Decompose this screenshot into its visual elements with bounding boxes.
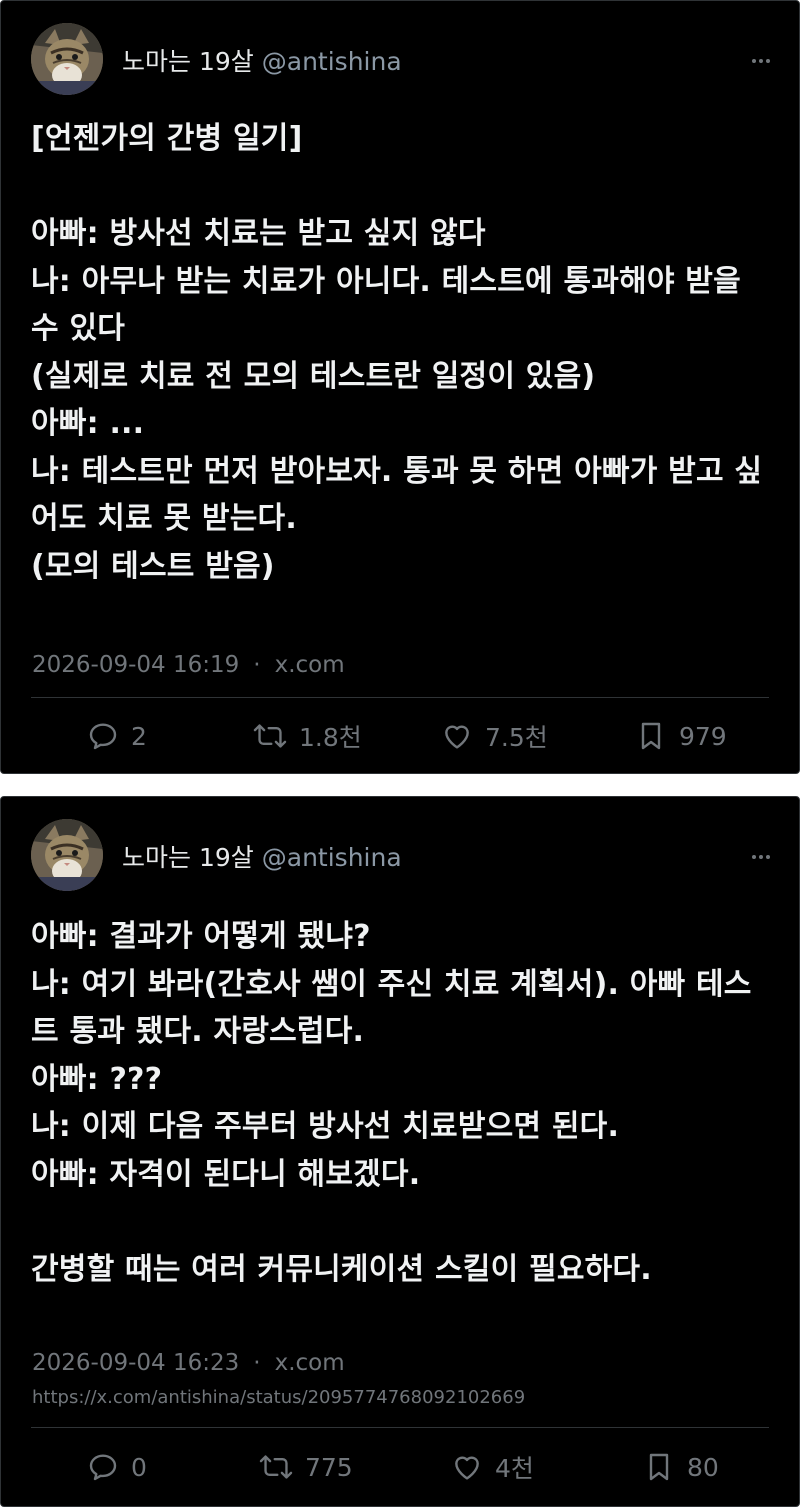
divider (31, 697, 769, 698)
tweet-text: 아빠: 결과가 어떻게 됐냐? 나: 여기 봐라(간호사 쌤이 주신 치료 계획… (31, 913, 769, 1293)
repost-icon (259, 1455, 293, 1479)
text-line: 아빠: 자격이 된다니 해보겠다. (31, 1156, 421, 1192)
like-icon (445, 725, 469, 749)
reply-count: 0 (131, 1452, 147, 1482)
separator-dot: · (253, 652, 261, 678)
text-line (31, 1198, 769, 1246)
bookmark-button[interactable]: 979 (635, 718, 727, 754)
source[interactable]: x.com (275, 652, 345, 678)
display-name[interactable]: 노마는 19살 (122, 843, 254, 872)
separator-dot: · (253, 1350, 261, 1376)
text-line: 아빠: ... (31, 406, 145, 441)
action-bar: 0 775 4천 80 (1, 1449, 799, 1485)
like-count: 7.5천 (485, 723, 548, 752)
avatar[interactable] (31, 819, 103, 891)
reply-button[interactable]: 2 (87, 718, 147, 754)
avatar-cat-image (31, 23, 103, 95)
bookmark-icon (641, 722, 661, 750)
handle[interactable]: @antishina (262, 47, 402, 76)
like-count: 4천 (495, 1454, 534, 1483)
reply-count: 2 (131, 721, 147, 751)
text-line: [언젠가의 간병 일기] (31, 121, 303, 156)
divider (31, 1427, 769, 1428)
repost-count: 1.8천 (299, 723, 362, 752)
repost-count: 775 (305, 1452, 353, 1482)
text-line: 아빠: 방사선 치료는 받고 싶지 않다 (31, 216, 486, 251)
author-line: 노마는 19살 @antishina (122, 45, 402, 79)
reply-button[interactable]: 0 (87, 1449, 147, 1485)
more-icon[interactable] (751, 847, 771, 867)
tweet-card: 노마는 19살 @antishina [언젠가의 간병 일기] 아빠: 방사선 치… (0, 0, 800, 774)
author-line: 노마는 19살 @antishina (122, 841, 402, 875)
tweet-card: 노마는 19살 @antishina 아빠: 결과가 어떻게 됐냐? 나: 여기 … (0, 796, 800, 1507)
tweet-text: [언젠가의 간병 일기] 아빠: 방사선 치료는 받고 싶지 않다 나: 아무나… (31, 115, 769, 590)
bookmark-count: 979 (679, 721, 727, 751)
avatar[interactable] (31, 23, 103, 95)
bookmark-icon (649, 1453, 669, 1481)
repost-button[interactable]: 1.8천 (253, 718, 362, 754)
like-button[interactable]: 4천 (451, 1449, 534, 1485)
text-line: 간병할 때는 여러 커뮤니케이션 스킬이 필요하다. (31, 1251, 652, 1287)
text-line: 나: 아무나 받는 치료가 아니다. 테스트에 통과해야 받을 수 있다 (31, 263, 741, 347)
timestamp[interactable]: 2026-09-04 16:23 (32, 1350, 239, 1376)
timestamp[interactable]: 2026-09-04 16:19 (32, 652, 239, 678)
reply-icon (89, 1454, 117, 1481)
bookmark-count: 80 (687, 1452, 719, 1482)
source[interactable]: x.com (275, 1350, 345, 1376)
tweet-url[interactable]: https://x.com/antishina/status/209577476… (32, 1386, 525, 1410)
tweet-meta: 2026-09-04 16:23 · x.com (32, 1348, 345, 1378)
text-line: 나: 여기 봐라(간호사 쌤이 주신 치료 계획서). 아빠 테스트 통과 됐다… (31, 966, 752, 1050)
handle[interactable]: @antishina (262, 843, 402, 872)
text-line: (실제로 치료 전 모의 테스트란 일정이 있음) (31, 358, 596, 394)
tweet-meta: 2026-09-04 16:19 · x.com (32, 650, 345, 680)
text-line (31, 163, 769, 211)
like-button[interactable]: 7.5천 (441, 718, 548, 754)
action-bar: 2 1.8천 7.5천 979 (1, 718, 799, 754)
display-name[interactable]: 노마는 19살 (122, 47, 254, 76)
text-line: 아빠: 결과가 어떻게 됐냐? (31, 919, 371, 954)
reply-icon (89, 723, 117, 750)
text-line: 나: 테스트만 먼저 받아보자. 통과 못 하면 아빠가 받고 싶어도 치료 못… (31, 453, 763, 537)
repost-icon (253, 724, 287, 748)
text-line: (모의 테스트 받음) (31, 548, 275, 584)
text-line: 나: 이제 다음 주부터 방사선 치료받으면 된다. (31, 1109, 620, 1144)
bookmark-button[interactable]: 80 (643, 1449, 719, 1485)
text-line: 아빠: ??? (31, 1061, 163, 1097)
more-icon[interactable] (751, 51, 771, 71)
like-icon (455, 1456, 479, 1480)
repost-button[interactable]: 775 (259, 1449, 353, 1485)
avatar-cat-image (31, 819, 103, 891)
